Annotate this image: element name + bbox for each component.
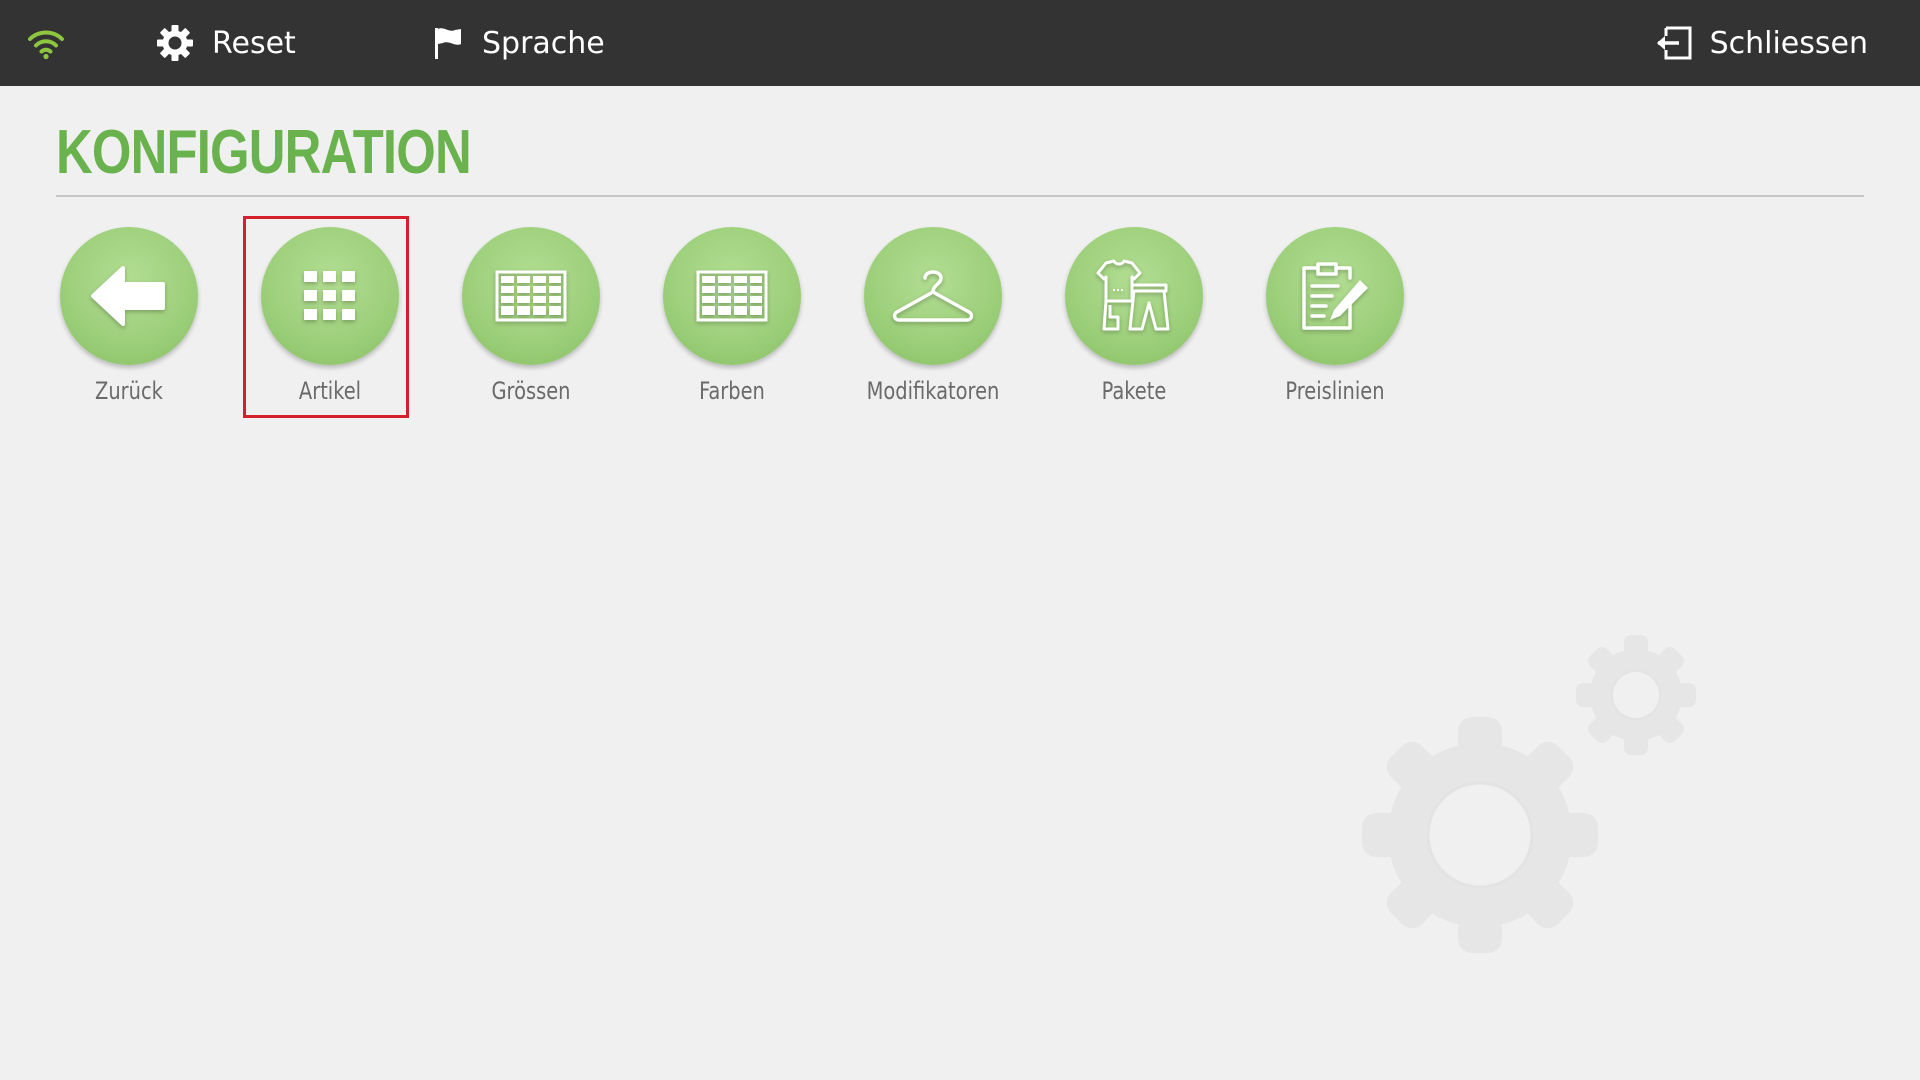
page-title: KONFIGURATION: [56, 118, 472, 187]
language-label: Sprache: [482, 25, 605, 61]
clothing-set-icon: [1096, 259, 1170, 331]
table-icon: [495, 270, 567, 322]
language-button[interactable]: Sprache: [432, 0, 605, 86]
tile-label: Pakete: [1101, 377, 1167, 405]
gear-icon: [156, 24, 194, 62]
clipboard-edit-icon: [1302, 262, 1368, 330]
table-icon: [696, 270, 768, 322]
close-label: Schliessen: [1709, 25, 1868, 61]
tile-farben[interactable]: Farben: [642, 227, 822, 417]
reset-label: Reset: [212, 25, 296, 61]
wifi-icon: [26, 0, 66, 86]
tile-label: Preislinien: [1285, 377, 1385, 405]
tile-groessen[interactable]: Grössen: [441, 227, 621, 417]
tile-label: Modifikatoren: [866, 377, 1000, 405]
tile-label: Grössen: [491, 377, 571, 405]
reset-button[interactable]: Reset: [156, 0, 296, 86]
tile-label: Artikel: [298, 377, 362, 405]
hanger-icon: [892, 270, 974, 322]
top-bar: Reset Sprache Schliessen: [0, 0, 1920, 86]
close-button[interactable]: Schliessen: [1654, 0, 1868, 86]
tile-modifikatoren[interactable]: Modifikatoren: [843, 227, 1023, 417]
tile-zurueck[interactable]: Zurück: [39, 227, 219, 417]
back-arrow-icon: [91, 266, 165, 326]
background-gears-icon: [1362, 635, 1696, 953]
flag-icon: [432, 26, 464, 60]
tile-label: Farben: [699, 377, 765, 405]
tile-label: Zurück: [95, 377, 163, 405]
exit-icon: [1654, 25, 1694, 61]
title-divider: [56, 195, 1864, 197]
tile-artikel[interactable]: Artikel: [240, 216, 420, 418]
tile-preislinien[interactable]: Preislinien: [1245, 227, 1425, 417]
grid-icon: [304, 271, 355, 320]
tile-pakete[interactable]: Pakete: [1044, 227, 1224, 417]
